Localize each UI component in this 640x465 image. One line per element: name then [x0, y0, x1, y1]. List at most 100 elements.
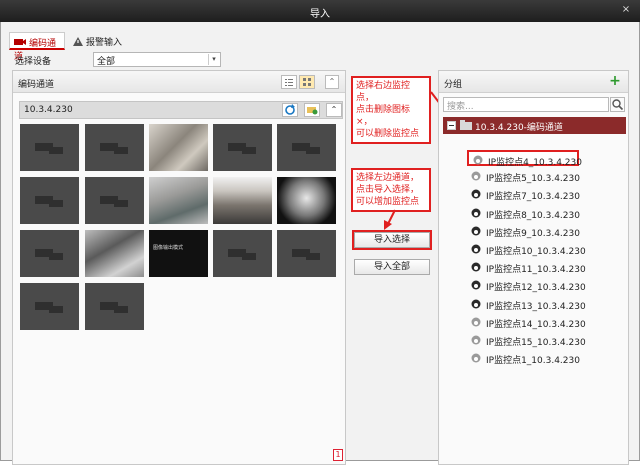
no-video-logo-icon [228, 143, 256, 154]
channel-thumbnail-live[interactable] [149, 124, 208, 171]
camera-list-item-label: IP监控点12_10.3.4.230 [486, 283, 586, 294]
chevron-down-icon[interactable]: ▾ [208, 54, 219, 65]
add-icon[interactable]: + [608, 74, 622, 88]
dark-dome-icon [471, 299, 481, 309]
channel-thumbnail[interactable] [20, 283, 79, 330]
channel-thumbnail[interactable] [85, 124, 144, 171]
group-panel-title: 分组 [444, 80, 463, 90]
camera-list-item-label: IP监控点14_10.3.4.230 [486, 319, 586, 330]
camera-list-item-label: IP监控点4_10.3.4.230 [488, 158, 582, 168]
no-video-logo-icon [35, 196, 63, 207]
no-video-logo-icon [100, 196, 128, 207]
dark-dome-icon [471, 280, 481, 290]
channel-thumbnail[interactable] [20, 177, 79, 224]
channel-thumbnail[interactable] [20, 230, 79, 277]
tab-encoding-channel[interactable]: 编码通道 [9, 32, 65, 62]
channel-thumbnail-live[interactable]: 图像输出模式 [149, 230, 208, 277]
camera-list-item-label: IP监控点8_10.3.4.230 [486, 210, 580, 221]
camera-list-item-label: IP监控点1_10.3.4.230 [486, 356, 580, 367]
group-panel-header: 分组 + [439, 71, 628, 93]
title-bar: 导入 × [0, 0, 640, 22]
collapse-tree-icon[interactable] [447, 121, 456, 130]
channel-thumbnail[interactable] [85, 177, 144, 224]
annotation-arrow-icon [384, 209, 396, 230]
camera-list-item-label: IP监控点9_10.3.4.230 [486, 228, 580, 239]
search-icon[interactable] [610, 97, 625, 112]
osd-text: 图像输出模式 [153, 245, 184, 251]
dark-dome-icon [471, 226, 481, 236]
no-video-logo-icon [35, 249, 63, 260]
device-ip: 10.3.4.230 [24, 105, 73, 115]
camera-list-item-label: IP监控点11_10.3.4.230 [486, 265, 586, 276]
collapse-icon[interactable]: ⌃ [326, 103, 342, 117]
no-video-logo-icon [35, 302, 63, 313]
right-annotation-note: 选择右边监控点， 点击删除图标×， 可以删除监控点 [351, 76, 431, 144]
no-video-logo-icon [100, 143, 128, 154]
tab-label: 报警输入 [86, 38, 123, 48]
dome-camera-icon [473, 155, 483, 165]
channel-thumbnail[interactable] [277, 230, 336, 277]
note-line: 可以删除监控点 [356, 129, 420, 139]
note-line: 选择左边通道， [356, 173, 420, 183]
channel-thumbnail-live[interactable] [277, 177, 336, 224]
channel-panel: 编码通道 ⌃ 10.3.4.230 ⌃ 图像输出模式 1 [12, 70, 346, 465]
no-video-logo-icon [292, 143, 320, 154]
channel-thumbnail[interactable] [213, 230, 272, 277]
camera-list-item-label: IP监控点15_10.3.4.230 [486, 338, 586, 348]
note-line: 点击导入选择， [356, 185, 420, 195]
camera-list-item-label: IP监控点7_10.3.4.230 [486, 192, 580, 203]
no-video-logo-icon [292, 249, 320, 260]
tab-alarm-input[interactable]: 报警输入 [69, 32, 129, 50]
channel-panel-header: 编码通道 ⌃ [13, 71, 345, 93]
dome-camera-icon [471, 335, 481, 345]
group-node[interactable]: 10.3.4.230-编码通道 [443, 117, 626, 134]
camera-list-item-label: IP监控点10_10.3.4.230 [486, 247, 586, 257]
dark-dome-icon [471, 262, 481, 272]
left-annotation-note: 选择左边通道， 点击导入选择， 可以增加监控点 [351, 168, 431, 212]
dome-camera-icon [471, 317, 481, 327]
import-all-button[interactable]: 导入全部 [354, 259, 430, 275]
dome-camera-icon [471, 171, 481, 181]
channel-thumbnail[interactable] [277, 124, 336, 171]
channel-thumbnail[interactable] [20, 124, 79, 171]
channel-thumbnail-live[interactable] [85, 230, 144, 277]
import-selected-button[interactable]: 导入选择 [352, 230, 432, 250]
folder-add-icon[interactable] [304, 103, 320, 117]
page-number[interactable]: 1 [333, 449, 343, 461]
group-panel: 分组 + 搜索... 10.3.4.230-编码通道 IP监控点4_10.3.4… [438, 70, 629, 465]
import-dialog: 编码通道 报警输入 选择设备 全部 ▾ 编码通道 ⌃ 10.3.4.230 ⌃ … [0, 22, 640, 465]
device-select[interactable]: 全部 ▾ [93, 52, 221, 67]
folder-icon [460, 120, 472, 133]
refresh-icon[interactable] [282, 103, 298, 117]
no-video-logo-icon [100, 302, 128, 313]
no-video-logo-icon [228, 249, 256, 260]
channel-thumbnail-live[interactable] [213, 177, 272, 224]
camera-list-item-label: IP监控点13_10.3.4.230 [486, 301, 586, 312]
note-line: 点击删除图标×， [356, 105, 411, 127]
channel-thumbnail[interactable] [213, 124, 272, 171]
no-video-logo-icon [35, 143, 63, 154]
group-node-label: 10.3.4.230-编码通道 [475, 123, 563, 133]
camera-list-item-label: IP监控点5_10.3.4.230 [486, 174, 580, 185]
channel-thumbnail-live[interactable] [149, 177, 208, 224]
alarm-icon [73, 36, 83, 49]
device-ip-bar[interactable]: 10.3.4.230 ⌃ [19, 101, 343, 119]
channel-panel-title: 编码通道 [18, 80, 55, 90]
dark-dome-icon [471, 189, 481, 199]
window-title: 导入 [310, 9, 330, 20]
channel-thumbnail[interactable] [85, 283, 144, 330]
camera-list-item[interactable]: IP监控点4_10.3.4.230 [467, 150, 582, 168]
camera-icon [14, 38, 26, 49]
list-view-icon[interactable] [281, 75, 297, 89]
dome-camera-icon [471, 353, 481, 363]
note-line: 选择右边监控点， [356, 81, 411, 103]
note-line: 可以增加监控点 [356, 197, 420, 207]
close-icon[interactable]: × [620, 4, 632, 16]
device-label: 选择设备 [15, 57, 52, 67]
search-input[interactable]: 搜索... [443, 97, 609, 112]
device-select-value: 全部 [97, 57, 116, 67]
dark-dome-icon [471, 208, 481, 218]
dark-dome-icon [471, 244, 481, 254]
collapse-icon[interactable]: ⌃ [325, 75, 339, 89]
grid-view-icon[interactable] [299, 75, 315, 89]
